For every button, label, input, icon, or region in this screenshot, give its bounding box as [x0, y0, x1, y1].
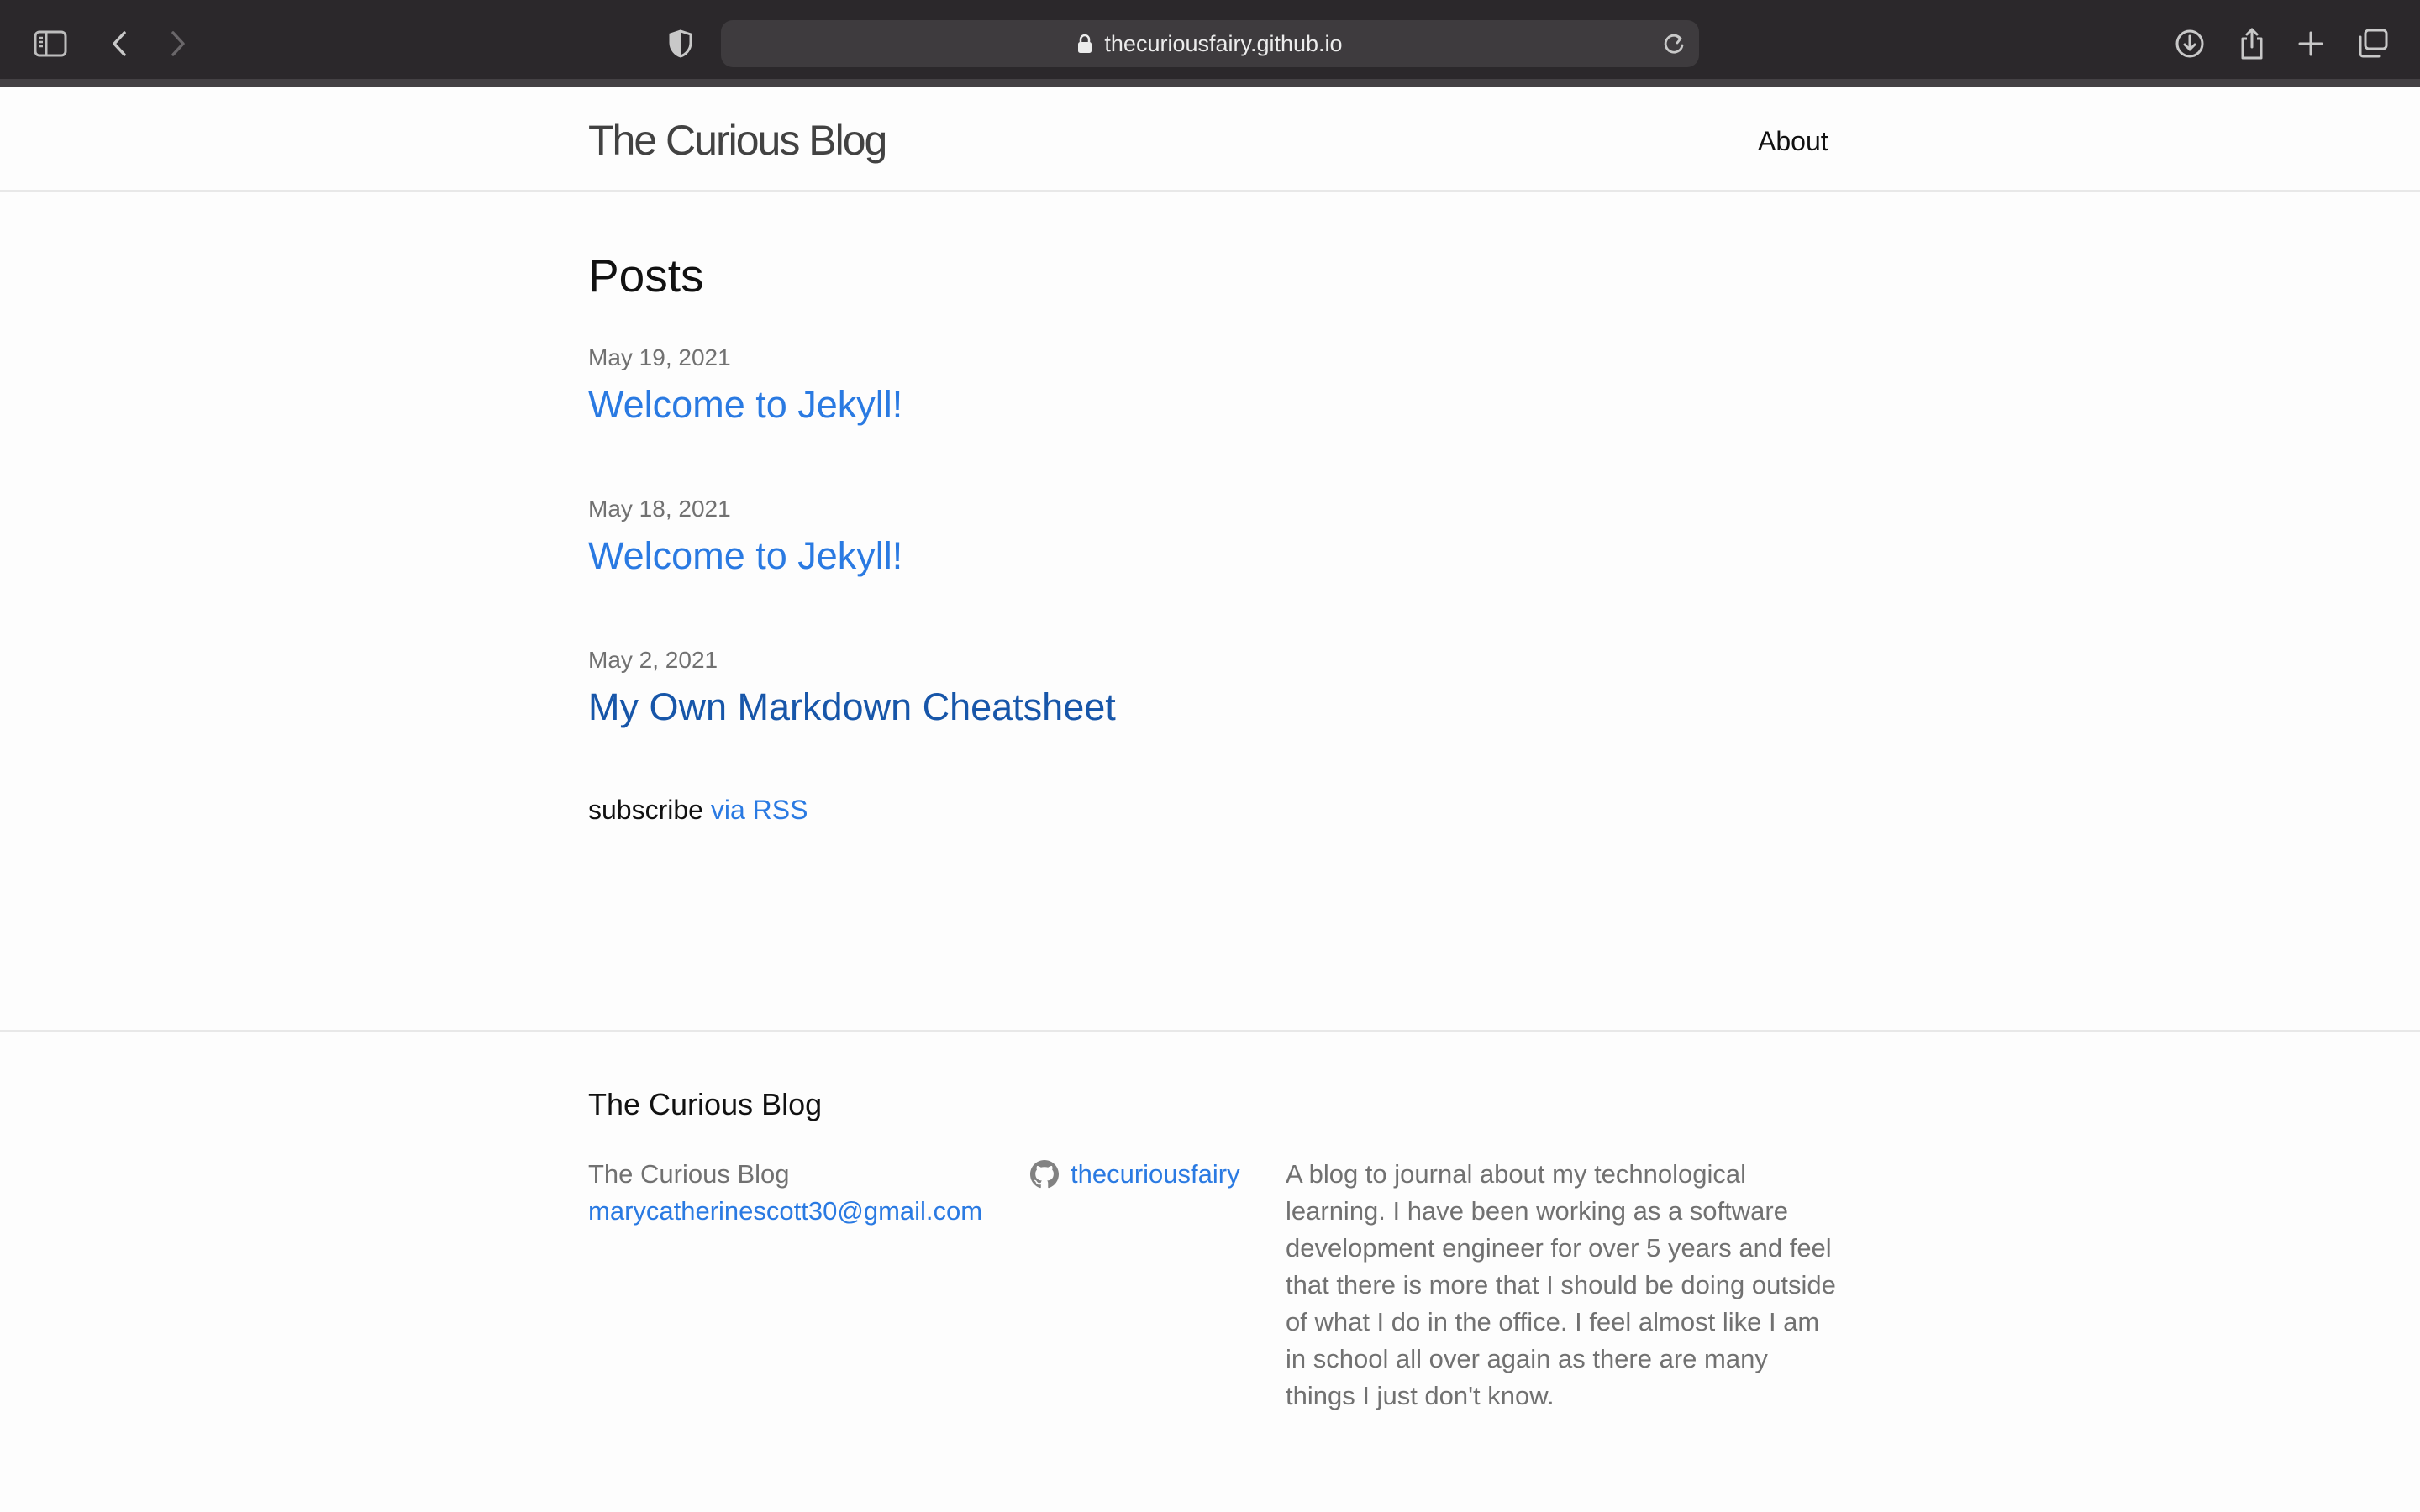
- lock-icon: [1078, 34, 1092, 53]
- post-list-item: May 19, 2021 Welcome to Jekyll!: [588, 344, 902, 427]
- back-button[interactable]: [94, 18, 145, 69]
- downloads-button[interactable]: [2165, 18, 2215, 69]
- subscribe-text: subscribe: [588, 795, 703, 825]
- site-footer: The Curious Blog The Curious Blog maryca…: [0, 1030, 2420, 1512]
- url-text: thecuriousfairy.github.io: [1104, 30, 1343, 56]
- rss-link[interactable]: via RSS: [711, 795, 808, 825]
- privacy-shield-icon: [669, 29, 692, 58]
- footer-heading: The Curious Blog: [588, 1087, 823, 1121]
- tab-overview-button[interactable]: [2348, 18, 2398, 69]
- post-title-link[interactable]: Welcome to Jekyll!: [588, 383, 902, 427]
- post-date: May 19, 2021: [588, 344, 731, 370]
- site-header: The Curious Blog About: [0, 96, 2420, 192]
- post-title-link[interactable]: Welcome to Jekyll!: [588, 534, 902, 578]
- post-date: May 2, 2021: [588, 647, 718, 673]
- forward-button[interactable]: [153, 18, 203, 69]
- footer-social: thecuriousfairy: [1030, 1156, 1240, 1193]
- footer-site-name: The Curious Blog: [588, 1159, 790, 1189]
- new-tab-button[interactable]: [2286, 18, 2336, 69]
- reload-icon: [1664, 34, 1684, 54]
- download-icon: [2175, 29, 2204, 58]
- share-button[interactable]: [2227, 18, 2277, 69]
- sidebar-icon: [34, 30, 67, 57]
- nav-about-link[interactable]: About: [1758, 126, 1828, 157]
- browser-toolbar: thecuriousfairy.github.io: [0, 0, 2420, 87]
- site-title-link[interactable]: The Curious Blog: [588, 116, 887, 165]
- post-title-link[interactable]: My Own Markdown Cheatsheet: [588, 685, 1116, 729]
- subscribe-line: subscribe via RSS: [588, 795, 808, 826]
- post-date: May 18, 2021: [588, 496, 731, 522]
- post-list-item: May 18, 2021 Welcome to Jekyll!: [588, 496, 902, 578]
- footer-description: A blog to journal about my technological…: [1286, 1159, 1836, 1410]
- tab-overview-icon: [2359, 29, 2388, 58]
- privacy-report-button[interactable]: [655, 18, 706, 69]
- new-tab-icon: [2298, 31, 2323, 56]
- github-icon: [1030, 1160, 1059, 1189]
- reload-button[interactable]: [1660, 30, 1687, 57]
- posts-heading: Posts: [588, 249, 704, 302]
- sidebar-toggle-button[interactable]: [25, 18, 76, 69]
- back-icon: [113, 31, 126, 56]
- address-bar[interactable]: thecuriousfairy.github.io: [721, 20, 1699, 67]
- footer-contact: The Curious Blog marycatherinescott30@gm…: [588, 1156, 982, 1230]
- post-list-item: May 2, 2021 My Own Markdown Cheatsheet: [588, 647, 1116, 729]
- forward-icon: [171, 31, 185, 56]
- github-user-link[interactable]: thecuriousfairy: [1071, 1156, 1240, 1193]
- share-icon: [2241, 28, 2263, 60]
- footer-email-link[interactable]: marycatherinescott30@gmail.com: [588, 1196, 982, 1226]
